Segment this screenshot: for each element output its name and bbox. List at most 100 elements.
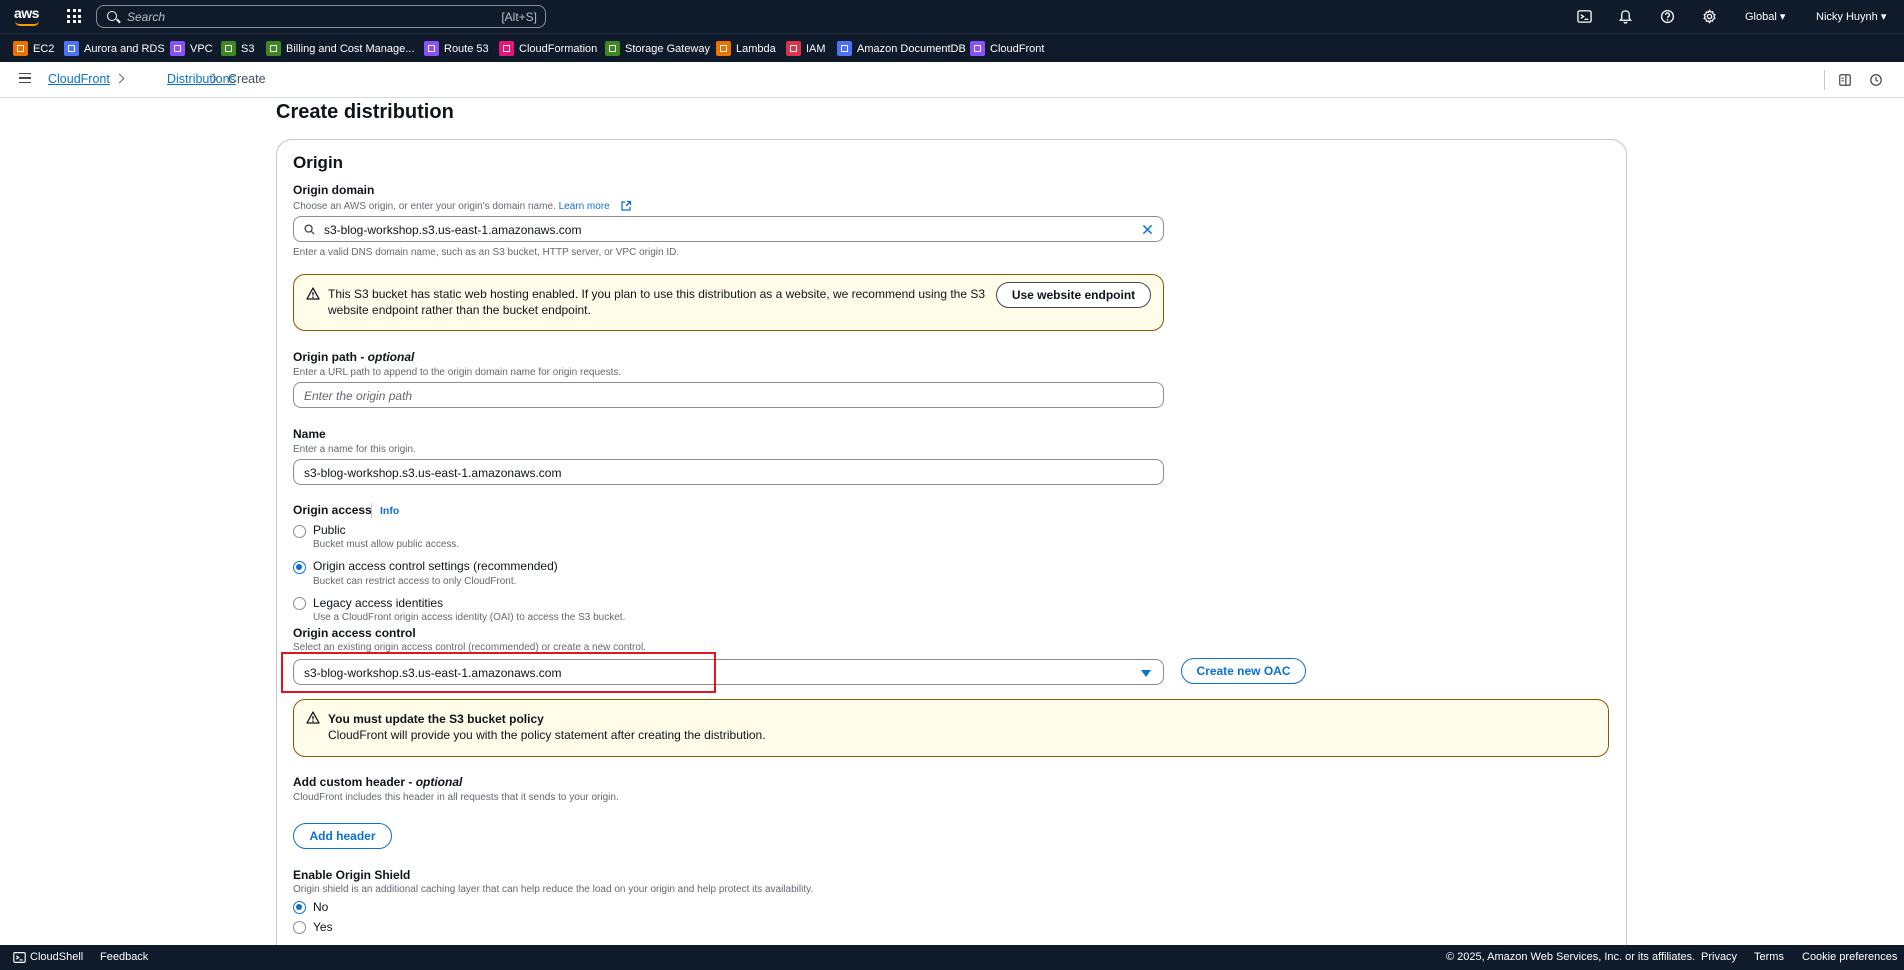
radio-shield-no[interactable] [293, 901, 306, 914]
origin-domain-input[interactable]: s3-blog-workshop.s3.us-east-1.amazonaws.… [293, 216, 1164, 242]
favorite-vpc[interactable]: VPC [170, 41, 213, 56]
route53-icon [424, 41, 439, 56]
footer-copyright: © 2025, Amazon Web Services, Inc. or its… [1446, 951, 1696, 963]
search-shortcut: [Alt+S] [501, 10, 537, 24]
radio-legacy-description: Use a CloudFront origin access identity … [313, 612, 626, 623]
origin-path-label: Origin path - optional [293, 350, 414, 364]
radio-shield-yes[interactable] [293, 921, 306, 934]
oac-label: Origin access control [293, 626, 416, 640]
breadcrumb-distributions[interactable]: Distributions [167, 72, 236, 86]
favorite-billing[interactable]: Billing and Cost Manage... [266, 41, 414, 56]
chevron-right-icon [114, 73, 125, 84]
menu-hamburger-icon[interactable] [19, 73, 31, 83]
storage-gateway-icon [605, 41, 620, 56]
favorite-cloudformation[interactable]: CloudFormation [499, 41, 597, 56]
origin-path-placeholder: Enter the origin path [304, 389, 413, 403]
origin-domain-label: Origin domain [293, 183, 375, 197]
warning-icon [306, 711, 320, 724]
favorite-route53[interactable]: Route 53 [424, 41, 489, 56]
aws-logo[interactable]: aws [14, 5, 40, 27]
favorite-label: CloudFront [990, 42, 1045, 55]
lambda-icon [716, 41, 731, 56]
use-website-endpoint-button[interactable]: Use website endpoint [996, 282, 1151, 308]
footer: CloudShell Feedback © 2025, Amazon Web S… [0, 945, 1904, 970]
favorite-cloudfront[interactable]: CloudFront [970, 41, 1044, 56]
radio-public-label: Public [313, 523, 346, 537]
favorite-label: Billing and Cost Manage... [286, 42, 415, 55]
radio-shield-yes-label: Yes [313, 920, 333, 934]
origin-path-input[interactable]: Enter the origin path [293, 382, 1164, 408]
caret-down-icon: ▾ [1779, 11, 1786, 23]
highlight-box [281, 652, 716, 693]
learn-more-link[interactable]: Learn more [559, 201, 610, 212]
favorite-iam[interactable]: IAM [786, 41, 826, 56]
radio-legacy-oai[interactable] [293, 597, 306, 610]
origin-access-label: Origin access [293, 503, 372, 517]
breadcrumb-create: Create [228, 72, 266, 86]
custom-header-description: CloudFront includes this header in all r… [293, 792, 619, 803]
section-title: Origin [293, 153, 344, 172]
search-input[interactable]: Search [Alt+S] [96, 5, 546, 28]
radio-public[interactable] [293, 525, 306, 538]
origin-domain-hint: Enter a valid DNS domain name, such as a… [293, 247, 680, 258]
account-menu[interactable]: Nicky Huynh ▾ [1816, 10, 1886, 23]
search-icon [304, 224, 315, 235]
favorite-storage-gateway[interactable]: Storage Gateway [605, 41, 710, 56]
help-icon[interactable] [1660, 9, 1675, 24]
favorite-label: Lambda [736, 42, 776, 55]
footer-cookie-preferences[interactable]: Cookie preferences [1802, 951, 1897, 963]
alert-body: CloudFront will provide you with the pol… [328, 728, 766, 742]
origin-shield-description: Origin shield is an additional caching l… [293, 884, 814, 895]
cloudfront-icon [970, 41, 985, 56]
region-selector[interactable]: Global ▾ [1745, 10, 1785, 23]
optional-text: optional [415, 775, 463, 789]
origin-container [276, 139, 1627, 970]
favorite-ec2[interactable]: EC2 [13, 41, 54, 56]
bucket-policy-alert: You must update the S3 bucket policy Clo… [293, 699, 1609, 757]
create-new-oac-button[interactable]: Create new OAC [1181, 658, 1306, 684]
favorite-s3[interactable]: S3 [221, 41, 254, 56]
clear-icon[interactable] [1142, 224, 1153, 235]
divider [371, 503, 372, 518]
services-menu-icon[interactable] [67, 9, 81, 23]
description-text: Choose an AWS origin, or enter your orig… [293, 201, 556, 212]
add-header-button[interactable]: Add header [293, 823, 392, 849]
side-panel-icon[interactable] [1838, 73, 1852, 87]
cloudshell-icon[interactable] [1577, 9, 1592, 24]
learn-more-text: Learn more [558, 201, 610, 212]
account-name: Nicky Huynh [1816, 11, 1878, 23]
alert-text: You must update the S3 bucket policy Clo… [328, 711, 766, 743]
favorite-lambda[interactable]: Lambda [716, 41, 776, 56]
favorite-label: Amazon DocumentDB [857, 42, 966, 55]
name-input[interactable]: s3-blog-workshop.s3.us-east-1.amazonaws.… [293, 459, 1164, 485]
region-label: Global [1745, 11, 1777, 23]
favorite-aurora-rds[interactable]: Aurora and RDS [64, 41, 165, 56]
name-value: s3-blog-workshop.s3.us-east-1.amazonaws.… [304, 466, 562, 480]
ec2-icon [13, 41, 28, 56]
favorite-documentdb[interactable]: Amazon DocumentDB [837, 41, 966, 56]
footer-terms[interactable]: Terms [1754, 951, 1784, 963]
rds-icon [64, 41, 79, 56]
cloudshell-icon [13, 952, 26, 963]
external-link-icon[interactable] [620, 200, 632, 212]
breadcrumb-cloudfront[interactable]: CloudFront [48, 72, 110, 86]
favorite-label: IAM [806, 42, 826, 55]
origin-domain-description: Choose an AWS origin, or enter your orig… [293, 201, 610, 212]
billing-icon [266, 41, 281, 56]
caret-down-icon: ▾ [1880, 11, 1887, 23]
settings-gear-icon[interactable] [1702, 9, 1717, 24]
label-text: Add custom header - [293, 775, 416, 789]
footer-cloudshell[interactable]: CloudShell [30, 951, 83, 963]
favorites-bar: EC2 Aurora and RDS VPC S3 Billing and Co… [0, 33, 1904, 62]
alert-line-1: This S3 bucket has static web hosting en… [328, 287, 986, 301]
documentdb-icon [837, 41, 852, 56]
optional-text: optional [367, 350, 415, 364]
footer-feedback[interactable]: Feedback [100, 951, 148, 963]
notifications-bell-icon[interactable] [1618, 9, 1633, 24]
info-link[interactable]: Info [380, 505, 399, 517]
radio-oac[interactable] [293, 561, 306, 574]
status-clock-icon[interactable] [1869, 73, 1883, 87]
radio-public-description: Bucket must allow public access. [313, 539, 460, 550]
footer-privacy[interactable]: Privacy [1701, 951, 1737, 963]
cloudformation-icon [499, 41, 514, 56]
